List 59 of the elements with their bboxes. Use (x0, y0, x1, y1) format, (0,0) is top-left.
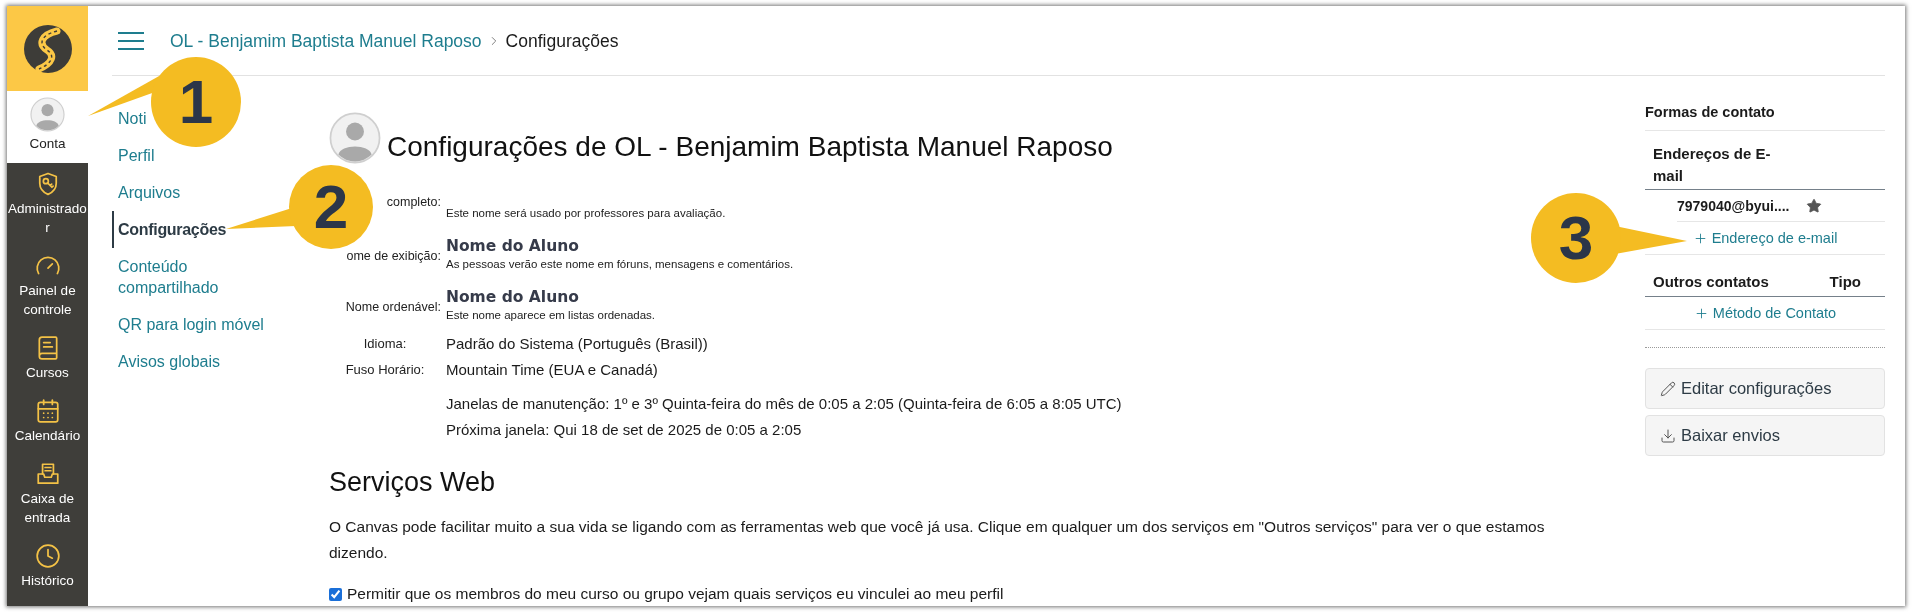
nav-item[interactable]: Conta (7, 91, 88, 163)
field-value: Nome do Aluno (446, 236, 579, 257)
column-heading: Tipo (1829, 272, 1861, 292)
action-button[interactable]: Editar configurações (1645, 368, 1885, 409)
download-icon (1660, 427, 1676, 444)
nav-item[interactable]: Caixa de entrada (7, 453, 88, 535)
email-address: 7979040@byui.... (1677, 196, 1790, 215)
share-checkbox[interactable] (329, 587, 342, 601)
field-label: Idioma: (363, 335, 407, 353)
section-nav-link[interactable]: Configurações (112, 211, 227, 248)
add-email-link[interactable]: Endereço de e-mail (1692, 229, 1838, 247)
field-value: Padrão do Sistema (Português (Brasil)) (446, 334, 708, 354)
logo-icon (23, 24, 72, 73)
calendar-icon (34, 398, 61, 424)
field-value: Nome do Aluno (446, 287, 579, 308)
field-label: Fuso Horário: (345, 361, 425, 379)
section-nav-link[interactable]: QR para login móvel (112, 314, 264, 335)
avatar-icon (30, 97, 65, 132)
field-label: ome de exibição: (346, 249, 441, 263)
section-nav-link[interactable]: Arquivos (112, 182, 181, 203)
avatar-icon (329, 112, 381, 164)
section-nav-link[interactable]: Conteúdo compartilhado (112, 256, 282, 298)
field-hint: Este nome aparece em listas ordenadas. (446, 308, 656, 322)
section-heading: Serviços Web (329, 466, 497, 499)
nav-item[interactable]: Painel de controle (7, 245, 88, 327)
nav-item[interactable]: Histórico (7, 535, 88, 598)
menu-icon (118, 31, 144, 50)
section-nav-link[interactable]: Perfil (112, 145, 155, 166)
callout-number: 3 (1558, 207, 1594, 269)
field-hint: As pessoas verão este nome em fóruns, mensagens e comentários. (446, 257, 794, 271)
action-button[interactable]: Baixar envios (1645, 415, 1885, 456)
field-value: Mountain Time (EUA e Canadá) (446, 360, 658, 380)
pencil-icon (1660, 380, 1676, 397)
inbox-icon (34, 461, 61, 487)
nav-item[interactable]: Administrador (7, 163, 88, 245)
nav-item[interactable]: Cursos (7, 327, 88, 390)
column-heading: Endereços de E-mail (1653, 144, 1772, 186)
column-heading: Outros contatos (1653, 272, 1769, 292)
field-note: Janelas de manutenção: 1º e 3º Quinta-feira do mês de 0:05 a 2:05 (Quinta-feira de 6:05 a 8:05 UTC) (446, 394, 1122, 414)
plus-icon (1693, 305, 1709, 321)
callout-number: 1 (178, 71, 214, 133)
nav-item[interactable]: Calendário (7, 390, 88, 453)
page-title: Configurações de OL - Benjamim Baptista Manuel Raposo (387, 130, 1113, 164)
field-hint: Este nome será usado por professores para avaliação. (446, 206, 726, 220)
section-nav-link[interactable]: Noti (112, 108, 147, 129)
clock-icon (34, 543, 61, 569)
breadcrumb-link[interactable]: OL - Benjamim Baptista Manuel Raposo (170, 28, 482, 53)
add-contact-link[interactable]: Método de Contato (1693, 304, 1837, 322)
plus-icon (1692, 230, 1708, 246)
checkbox-label: Permitir que os membros do meu curso ou grupo vejam quais serviços eu vinculei ao meu perfil (347, 584, 1004, 604)
panel-title: Formas de contato (1645, 103, 1776, 122)
callout-number: 2 (313, 176, 349, 238)
breadcrumb-current: Configurações (505, 29, 619, 53)
section-nav-link[interactable]: Avisos globais (112, 351, 220, 372)
field-label: Nome ordenável: (345, 300, 441, 314)
field-label: completo: (386, 196, 441, 209)
description-text: O Canvas pode facilitar muito a sua vida se ligando com as ferramentas web que você já usa. Clique em qualquer um dos serviços em "Outros serviços" para ver o que estamos dizendo. (329, 517, 1546, 563)
menu-button[interactable] (118, 31, 144, 50)
field-note: Próxima janela: Qui 18 de set de 2025 de 0:05 a 2:05 (446, 420, 802, 440)
